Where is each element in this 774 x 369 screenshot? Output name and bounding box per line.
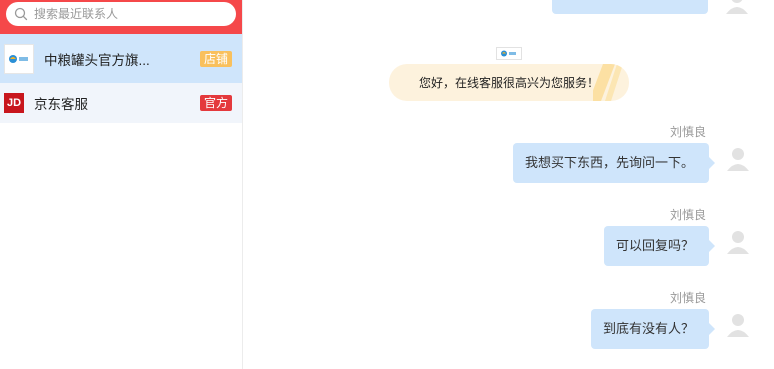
message-text: 到底有没有人？ — [603, 321, 695, 336]
decorative-shine-icon — [593, 64, 623, 101]
sender-name: 刘慎良 — [670, 291, 707, 305]
cofco-logo-icon — [501, 50, 516, 57]
cofco-logo-icon — [9, 54, 28, 63]
message-text: 可以回复吗？ — [616, 238, 695, 253]
official-badge: 官方 — [199, 95, 232, 111]
search-input[interactable] — [34, 7, 214, 21]
user-avatar-icon — [727, 148, 749, 171]
search-bar — [0, 0, 242, 34]
message-bubble: 我想买下东西，先询问一下。 — [513, 143, 715, 183]
contact-item-jd-service[interactable]: JD 京东客服 官方 — [0, 83, 242, 123]
welcome-text: 您好，在线客服很高兴为您服务！ — [418, 76, 599, 90]
user-avatar-icon — [727, 231, 749, 254]
message-text: 我想买下东西，先询问一下。 — [525, 155, 695, 170]
contact-item-cofco[interactable]: 中粮罐头官方旗... 店铺 — [0, 34, 242, 83]
search-box[interactable] — [6, 2, 236, 26]
shop-logo — [4, 43, 34, 74]
sender-name: 刘慎良 — [670, 208, 707, 222]
welcome-message: 您好，在线客服很高兴为您服务！ — [389, 64, 629, 101]
sender-name: 刘慎良 — [670, 125, 707, 139]
user-avatar-icon — [727, 314, 749, 337]
contact-name: 中粮罐头官方旗... — [44, 52, 150, 68]
contact-name: 京东客服 — [34, 97, 88, 112]
jd-logo: JD — [4, 93, 24, 113]
search-icon — [14, 7, 28, 21]
contact-sidebar: 中粮罐头官方旗... 店铺 JD 京东客服 官方 — [0, 0, 243, 369]
message-bubble-previous — [552, 0, 708, 14]
user-avatar-icon — [726, 0, 748, 14]
chat-panel: 您好，在线客服很高兴为您服务！ 刘慎良 我想买下东西，先询问一下。 刘慎良 可以… — [244, 0, 774, 369]
shop-logo-small — [496, 47, 522, 60]
message-bubble: 可以回复吗？ — [604, 226, 715, 266]
store-badge: 店铺 — [199, 50, 232, 67]
message-bubble: 到底有没有人？ — [591, 309, 715, 349]
